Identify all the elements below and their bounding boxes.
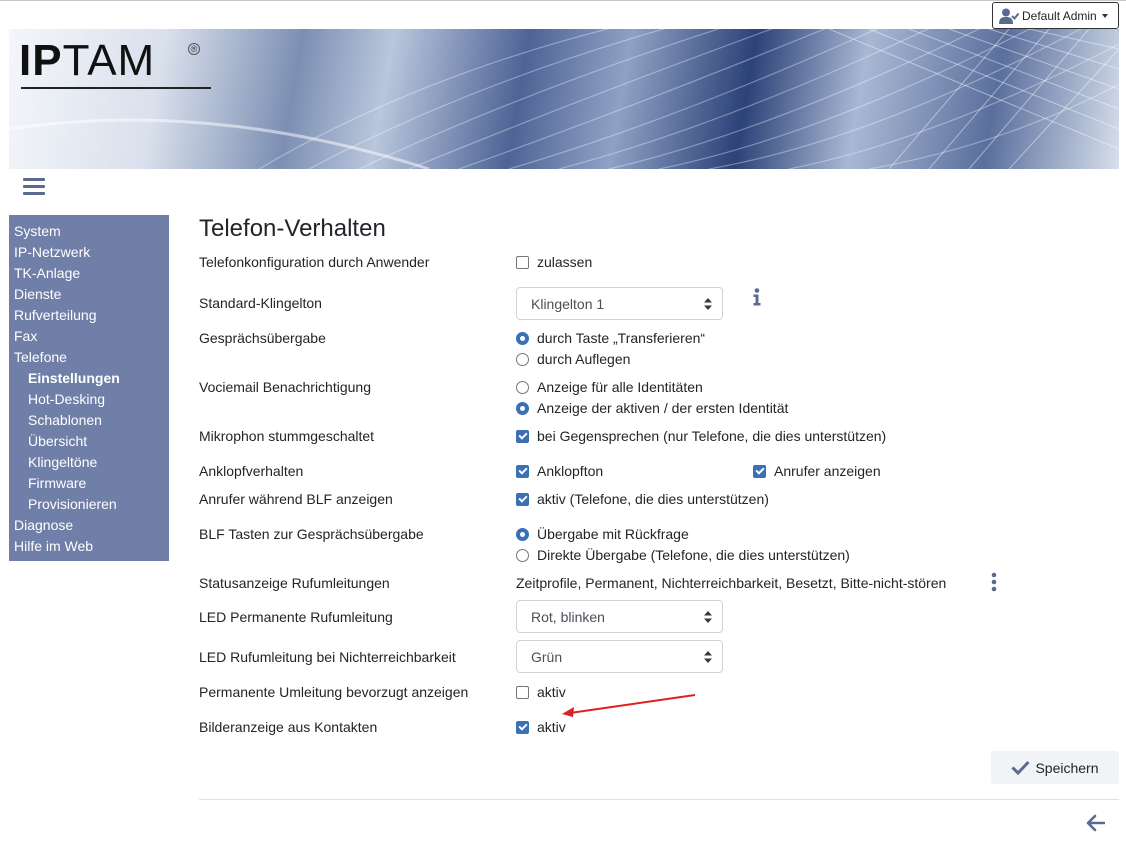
sidebar-item-hilfe-im-web[interactable]: Hilfe im Web	[9, 536, 169, 557]
voicemail-label: Vociemail Benachrichtigung	[199, 379, 371, 395]
call-waiting-label: Anklopfverhalten	[199, 463, 304, 479]
registered-mark: ®	[188, 43, 200, 55]
blf-transfer-option-direct[interactable]: Direkte Übergabe (Telefone, die dies unt…	[516, 547, 850, 563]
led-unreachable-value: Grün	[531, 648, 563, 665]
contact-images-checkbox[interactable]: aktiv	[516, 719, 566, 735]
user-config-label: Telefonkonfiguration durch Anwender	[199, 254, 430, 270]
mic-mute-option: bei Gegensprechen (nur Telefone, die die…	[537, 428, 887, 444]
iptam-logo: IPTAM	[19, 36, 156, 85]
chevron-down-icon	[1101, 13, 1108, 18]
select-arrows-icon	[704, 611, 712, 623]
call-waiting-caller-label: Anrufer anzeigen	[774, 463, 881, 479]
blf-transfer-option-consult[interactable]: Übergabe mit Rückfrage	[516, 526, 689, 542]
blf-caller-label: Anrufer während BLF anzeigen	[199, 491, 393, 507]
voicemail-option-active[interactable]: Anzeige der aktiven / der ersten Identit…	[516, 400, 788, 416]
sidebar-item-provisionieren[interactable]: Provisionieren	[9, 494, 169, 515]
logo-underline	[21, 87, 211, 89]
call-waiting-tone-label: Anklopfton	[537, 463, 604, 479]
transfer-label: Gesprächsübergabe	[199, 330, 326, 346]
checkbox-box[interactable]	[516, 429, 529, 443]
checkbox-box[interactable]	[516, 255, 529, 269]
perm-forward-pref-label: Permanente Umleitung bevorzugt anzeigen	[199, 684, 469, 700]
select-arrows-icon	[704, 651, 712, 663]
page-title: Telefon-Verhalten	[199, 215, 386, 242]
divider	[199, 799, 1119, 800]
top-border	[0, 0, 1126, 1]
sidebar-item-fax[interactable]: Fax	[9, 326, 169, 347]
user-check-icon	[999, 8, 1019, 24]
blf-caller-checkbox[interactable]: aktiv (Telefone, die dies unterstützen)	[516, 491, 769, 507]
sidebar-item-rufverteilung[interactable]: Rufverteilung	[9, 305, 169, 326]
blf-transfer-option-direct-label: Direkte Übergabe (Telefone, die dies unt…	[537, 547, 850, 563]
transfer-option-hangup-label: durch Auflegen	[537, 351, 631, 367]
blf-caller-option: aktiv (Telefone, die dies unterstützen)	[537, 491, 769, 507]
sidebar-item-firmware[interactable]: Firmware	[9, 473, 169, 494]
annotation-arrow	[562, 694, 696, 717]
user-config-checkbox[interactable]: zulassen	[516, 254, 592, 270]
radio-button[interactable]	[516, 548, 529, 562]
sidebar-item-system[interactable]: System	[9, 221, 169, 242]
ringtone-label: Standard-Klingelton	[199, 295, 322, 311]
ringtone-select[interactable]: Klingelton 1	[516, 287, 723, 320]
sidebar-item-schablonen[interactable]: Schablonen	[9, 410, 169, 431]
voicemail-option-all-label: Anzeige für alle Identitäten	[537, 379, 703, 395]
radio-button[interactable]	[516, 331, 529, 345]
led-permanent-label: LED Permanente Rufumleitung	[199, 609, 393, 625]
checkbox-box[interactable]	[516, 492, 529, 506]
perm-forward-pref-checkbox[interactable]: aktiv	[516, 684, 566, 700]
save-button[interactable]: Speichern	[991, 751, 1119, 784]
sidebar-item-hot-desking[interactable]: Hot-Desking	[9, 389, 169, 410]
sidebar-item-klingeltoene[interactable]: Klingeltöne	[9, 452, 169, 473]
mic-mute-checkbox[interactable]: bei Gegensprechen (nur Telefone, die die…	[516, 428, 886, 444]
sidebar-nav: System IP-Netzwerk TK-Anlage Dienste Ruf…	[9, 215, 169, 561]
user-menu-label: Default Admin	[1022, 8, 1097, 23]
checkbox-box[interactable]	[516, 464, 529, 478]
led-permanent-value: Rot, blinken	[531, 608, 605, 625]
sidebar-item-diagnose[interactable]: Diagnose	[9, 515, 169, 536]
save-button-label: Speichern	[1035, 759, 1099, 776]
contact-images-option: aktiv	[537, 719, 566, 735]
contact-images-label: Bilderanzeige aus Kontakten	[199, 719, 378, 735]
select-arrows-icon	[704, 298, 712, 310]
menu-toggle-icon[interactable]	[23, 178, 45, 196]
status-forward-value: Zeitprofile, Permanent, Nichterreichbark…	[516, 575, 947, 591]
transfer-option-hangup[interactable]: durch Auflegen	[516, 351, 630, 367]
transfer-option-key-label: durch Taste „Transferieren“	[537, 330, 706, 346]
sidebar-item-dienste[interactable]: Dienste	[9, 284, 169, 305]
radio-button[interactable]	[516, 380, 529, 394]
checkbox-box[interactable]	[753, 464, 766, 478]
led-unreachable-label: LED Rufumleitung bei Nichterreichbarkeit	[199, 649, 456, 665]
blf-transfer-label: BLF Tasten zur Gesprächsübergabe	[199, 526, 424, 542]
banner-pattern	[9, 29, 1119, 169]
mic-mute-label: Mikrophon stummgeschaltet	[199, 428, 375, 444]
transfer-option-key[interactable]: durch Taste „Transferieren“	[516, 330, 705, 346]
voicemail-option-all[interactable]: Anzeige für alle Identitäten	[516, 379, 703, 395]
checkmark-icon	[1011, 760, 1031, 775]
status-forward-label: Statusanzeige Rufumleitungen	[199, 575, 390, 591]
blf-transfer-option-consult-label: Übergabe mit Rückfrage	[537, 526, 689, 542]
led-unreachable-select[interactable]: Grün	[516, 640, 723, 673]
sidebar-item-uebersicht[interactable]: Übersicht	[9, 431, 169, 452]
arrow-left-icon[interactable]	[1086, 814, 1105, 832]
call-waiting-caller-checkbox[interactable]: Anrufer anzeigen	[753, 463, 881, 479]
info-icon[interactable]	[752, 288, 762, 306]
radio-button[interactable]	[516, 352, 529, 366]
radio-button[interactable]	[516, 527, 529, 541]
header-banner: IPTAM ®	[9, 29, 1119, 169]
user-config-option: zulassen	[537, 254, 593, 270]
user-menu-button[interactable]: Default Admin	[992, 2, 1119, 29]
sidebar-item-tk-anlage[interactable]: TK-Anlage	[9, 263, 169, 284]
ringtone-value: Klingelton 1	[531, 295, 605, 312]
more-options-icon[interactable]	[990, 572, 998, 592]
sidebar-item-telefone[interactable]: Telefone	[9, 347, 169, 368]
sidebar-item-ip-netzwerk[interactable]: IP-Netzwerk	[9, 242, 169, 263]
call-waiting-tone-checkbox[interactable]: Anklopfton	[516, 463, 603, 479]
led-permanent-select[interactable]: Rot, blinken	[516, 600, 723, 633]
voicemail-option-active-label: Anzeige der aktiven / der ersten Identit…	[537, 400, 789, 416]
checkbox-box[interactable]	[516, 685, 529, 699]
checkbox-box[interactable]	[516, 720, 529, 734]
radio-button[interactable]	[516, 401, 529, 415]
sidebar-item-einstellungen[interactable]: Einstellungen	[9, 368, 169, 389]
